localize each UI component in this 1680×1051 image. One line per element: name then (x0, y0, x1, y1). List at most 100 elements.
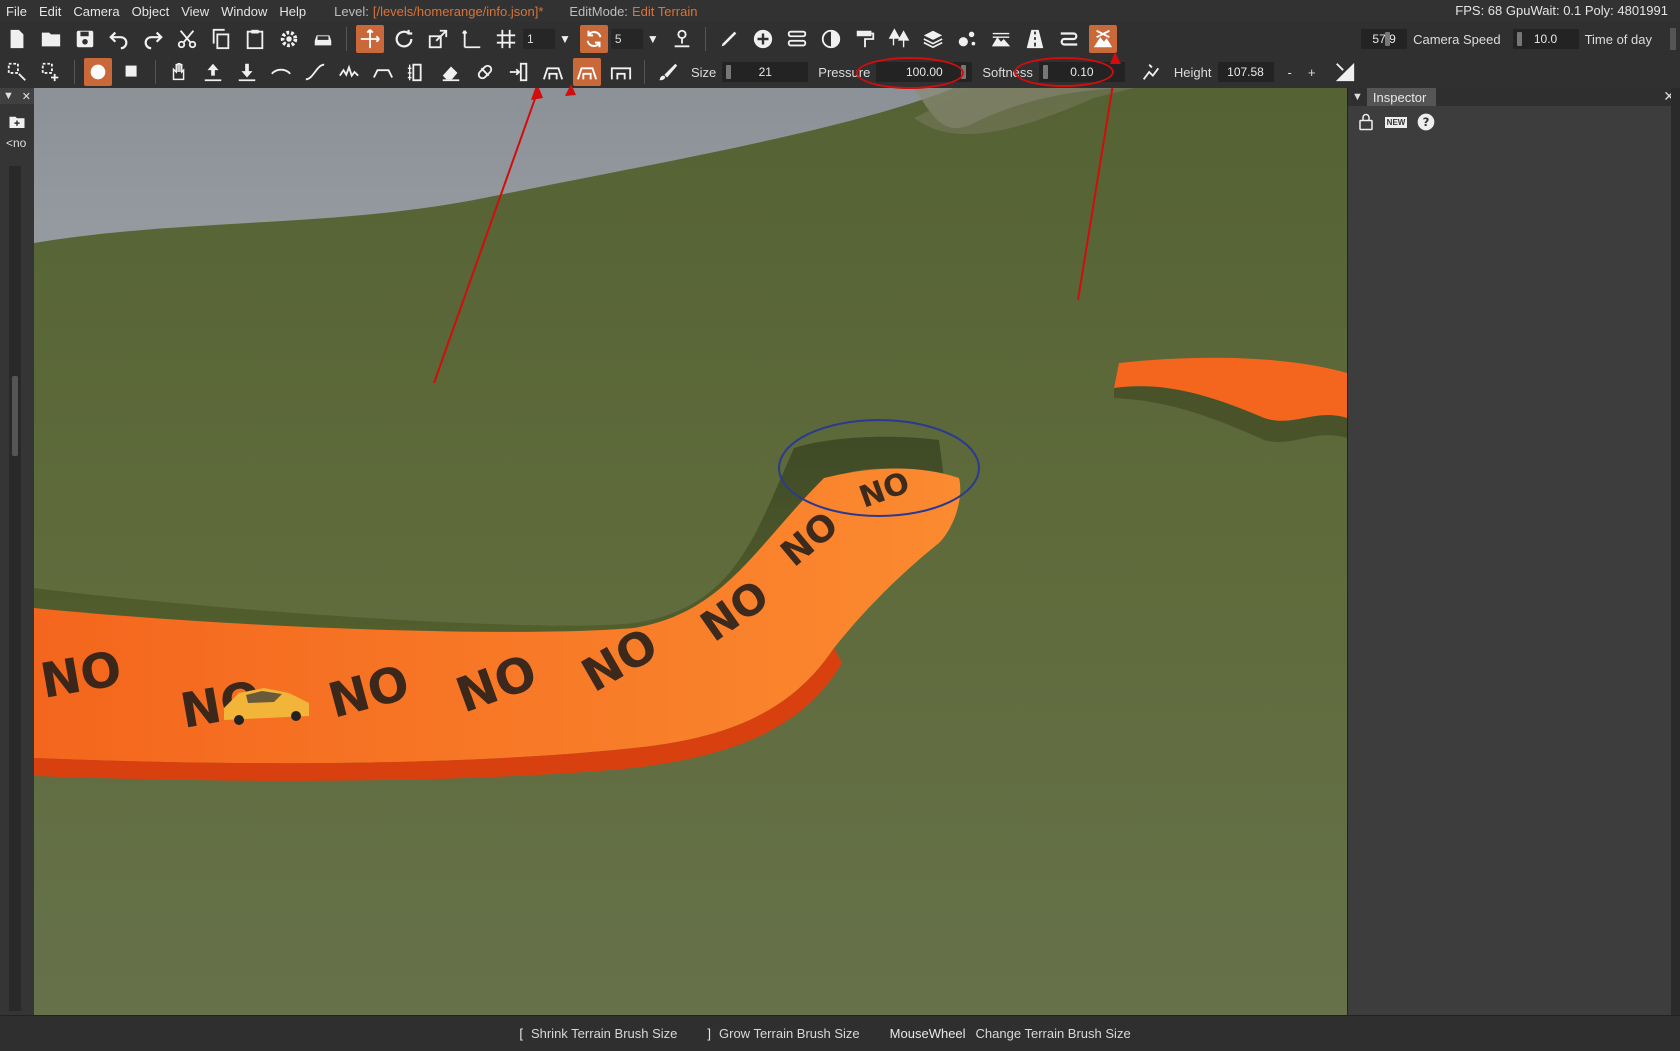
clear-terrain-icon[interactable] (437, 58, 465, 86)
height-field[interactable]: 107.58 (1217, 62, 1274, 82)
menu-window[interactable]: Window (215, 4, 273, 19)
menu-object[interactable]: Object (126, 4, 176, 19)
forest-trees-icon[interactable] (885, 25, 913, 53)
height-pick-icon[interactable] (1137, 58, 1165, 86)
performance-stats: FPS: 68 GpuWait: 0.1 Poly: 4801991 (1455, 3, 1668, 18)
vehicle-car-icon[interactable] (309, 25, 337, 53)
editmode-label: EditMode: (569, 3, 628, 19)
smooth-slope-icon[interactable] (301, 58, 329, 86)
pencil-icon[interactable] (715, 25, 743, 53)
help-icon[interactable]: ? (1416, 112, 1436, 132)
inspector-tab[interactable]: Inspector (1366, 88, 1437, 106)
shortcut-key: ] (707, 1026, 712, 1041)
brush-settings-icon[interactable] (654, 58, 682, 86)
annotation-arrowhead (1110, 52, 1121, 64)
3d-viewport[interactable]: NO NO NO NO NO NO NO NO (34, 88, 1347, 1015)
size-field[interactable]: 21 (722, 62, 809, 82)
paste-icon[interactable] (241, 25, 269, 53)
circle-brush-icon[interactable] (84, 58, 112, 86)
raise-edge-icon[interactable] (539, 58, 567, 86)
snap-axis-icon[interactable] (458, 25, 486, 53)
open-folder-icon[interactable] (37, 25, 65, 53)
menu-file[interactable]: File (0, 4, 33, 19)
mesh-edge-icon[interactable] (573, 58, 601, 86)
grid-snap-icon[interactable] (492, 25, 520, 53)
rotation-snap-icon[interactable] (579, 25, 608, 53)
rotate-gizmo-icon[interactable] (390, 25, 418, 53)
grid-snap-dropdown-icon[interactable]: ▼ (559, 32, 571, 46)
add-select-terrain-icon[interactable] (37, 58, 65, 86)
cut-icon[interactable] (173, 25, 201, 53)
new-file-icon[interactable] (3, 25, 31, 53)
time-of-day-field[interactable]: 10.0 (1512, 29, 1579, 49)
layers-icon[interactable] (919, 25, 947, 53)
menu-help[interactable]: Help (273, 4, 312, 19)
flat-edge-icon[interactable] (607, 58, 635, 86)
camera-settings: 57.9 Camera Speed 10.0 Time of day (1361, 22, 1680, 56)
level-path: [/levels/homerange/info.json]* (372, 3, 544, 19)
scene-tree-scrollbar[interactable] (9, 166, 21, 1011)
align-height-icon[interactable] (505, 58, 533, 86)
pressure-annotation-ring (856, 57, 964, 89)
inspector-panel: ▼ Inspector ✕ NEW ? (1347, 88, 1680, 1015)
menu-view[interactable]: View (175, 4, 215, 19)
new-icon[interactable]: NEW (1384, 112, 1408, 132)
paint-roller-icon[interactable] (851, 25, 879, 53)
status-bar: [ Shrink Terrain Brush Size ] Grow Terra… (0, 1015, 1680, 1051)
height-label: Height (1173, 64, 1212, 80)
collapse-triangle-icon[interactable]: ▼ (3, 90, 14, 102)
menu-edit[interactable]: Edit (33, 4, 67, 19)
lower-height-icon[interactable] (233, 58, 261, 86)
collapse-triangle-icon[interactable]: ▼ (1348, 91, 1367, 103)
copy-icon[interactable] (207, 25, 235, 53)
translate-gizmo-icon[interactable] (356, 25, 384, 53)
raise-height-icon[interactable] (199, 58, 227, 86)
scale-gizmo-icon[interactable] (424, 25, 452, 53)
grab-terrain-icon[interactable] (165, 58, 193, 86)
menu-camera[interactable]: Camera (67, 4, 125, 19)
road-spline-icon[interactable] (783, 25, 811, 53)
add-object-icon[interactable] (749, 25, 777, 53)
rotation-snap-value[interactable]: 5 (610, 29, 643, 49)
inspector-actions: NEW ? (1348, 106, 1680, 138)
square-brush-icon[interactable] (118, 58, 146, 86)
grid-snap-value[interactable]: 1 (523, 29, 555, 49)
rotation-snap-dropdown-icon[interactable]: ▼ (647, 32, 659, 46)
redo-icon[interactable] (139, 25, 167, 53)
size-label: Size (691, 64, 717, 80)
settings-gear-icon[interactable] (275, 25, 303, 53)
close-icon[interactable]: ✕ (22, 90, 31, 103)
grass-terrain (34, 88, 1347, 1015)
lock-icon[interactable] (1356, 112, 1376, 132)
set-height-icon[interactable] (403, 58, 431, 86)
softness-annotation-ring (1014, 57, 1114, 87)
paint-material-icon[interactable] (471, 58, 499, 86)
terrain-scene[interactable]: NO NO NO NO NO NO NO NO (34, 88, 1347, 1015)
auto-height-icon[interactable] (1331, 58, 1359, 86)
material-sphere-icon[interactable] (817, 25, 845, 53)
editmode-value: Edit Terrain (631, 3, 698, 19)
height-increase-button[interactable]: + (1308, 65, 1316, 80)
inspector-scrollbar[interactable] (1671, 88, 1680, 1015)
shortcut-description: Grow Terrain Brush Size (719, 1026, 860, 1041)
terrain-snap-icon[interactable] (668, 25, 696, 53)
road-editor-icon[interactable] (1021, 25, 1049, 53)
noise-icon[interactable] (335, 58, 363, 86)
toolbar-scrollbar[interactable] (1670, 28, 1676, 50)
flatten-icon[interactable] (369, 58, 397, 86)
terrain-paint-icon[interactable] (987, 25, 1015, 53)
shortcut-key: [ (519, 1026, 523, 1041)
terrain-editor-icon[interactable] (1088, 25, 1117, 53)
camera-speed-field[interactable]: 57.9 (1361, 29, 1408, 49)
meshes-icon[interactable] (953, 25, 981, 53)
save-icon[interactable] (71, 25, 99, 53)
select-terrain-icon[interactable] (3, 58, 31, 86)
smooth-icon[interactable] (267, 58, 295, 86)
height-decrease-button[interactable]: - (1288, 65, 1292, 80)
add-folder-icon[interactable] (8, 114, 26, 130)
navigation-graph-icon[interactable] (1055, 25, 1083, 53)
undo-icon[interactable] (105, 25, 133, 53)
camera-speed-label: Camera Speed (1413, 31, 1501, 47)
svg-text:?: ? (1423, 115, 1430, 129)
level-label: Level: (334, 3, 369, 19)
